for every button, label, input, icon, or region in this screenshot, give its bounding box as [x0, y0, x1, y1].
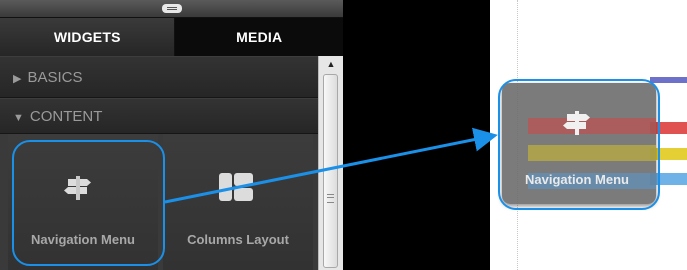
ghost-band-yellow: [528, 145, 656, 161]
tab-media[interactable]: MEDIA: [175, 18, 343, 56]
category-basics[interactable]: ▶ BASICS: [0, 56, 318, 98]
drag-handle-icon[interactable]: [162, 4, 182, 13]
canvas-stripe-purple: [650, 77, 687, 83]
widget-panel: WIDGETS MEDIA ▶ BASICS ▼ CONTENT Navigatio…: [0, 0, 343, 270]
content-widgets: Navigation Menu Columns Layout: [0, 134, 318, 270]
panel-tabs: WIDGETS MEDIA: [0, 18, 343, 56]
category-content[interactable]: ▼ CONTENT: [0, 98, 318, 134]
widget-list: ▶ BASICS ▼ CONTENT Navigation Menu Colum…: [0, 56, 318, 270]
signpost-icon: [64, 176, 91, 200]
scroll-up-arrow-icon[interactable]: ▲: [319, 56, 343, 73]
widget-navigation-menu[interactable]: Navigation Menu: [8, 134, 158, 270]
ghost-band-red: [528, 118, 656, 134]
category-label: BASICS: [27, 69, 83, 86]
widget-label: Navigation Menu: [30, 232, 135, 247]
panel-backdrop: [343, 0, 490, 270]
category-label: CONTENT: [29, 108, 103, 125]
tab-widgets[interactable]: WIDGETS: [0, 18, 176, 56]
drag-preview[interactable]: Navigation Menu: [502, 83, 656, 204]
scroll-thumb[interactable]: [323, 74, 338, 268]
grip-icon: [327, 194, 334, 203]
columns-layout-icon: [219, 173, 253, 201]
widget-list-scrollbar[interactable]: ▲: [318, 56, 343, 270]
signpost-icon: [563, 111, 590, 135]
panel-drag-bar[interactable]: [0, 0, 343, 18]
widget-label: Columns Layout: [187, 232, 289, 247]
drag-preview-label: Navigation Menu: [524, 172, 629, 187]
widget-columns-layout[interactable]: Columns Layout: [163, 134, 313, 270]
collapse-arrow-icon: ▼: [13, 112, 24, 124]
expand-arrow-icon: ▶: [13, 73, 22, 85]
